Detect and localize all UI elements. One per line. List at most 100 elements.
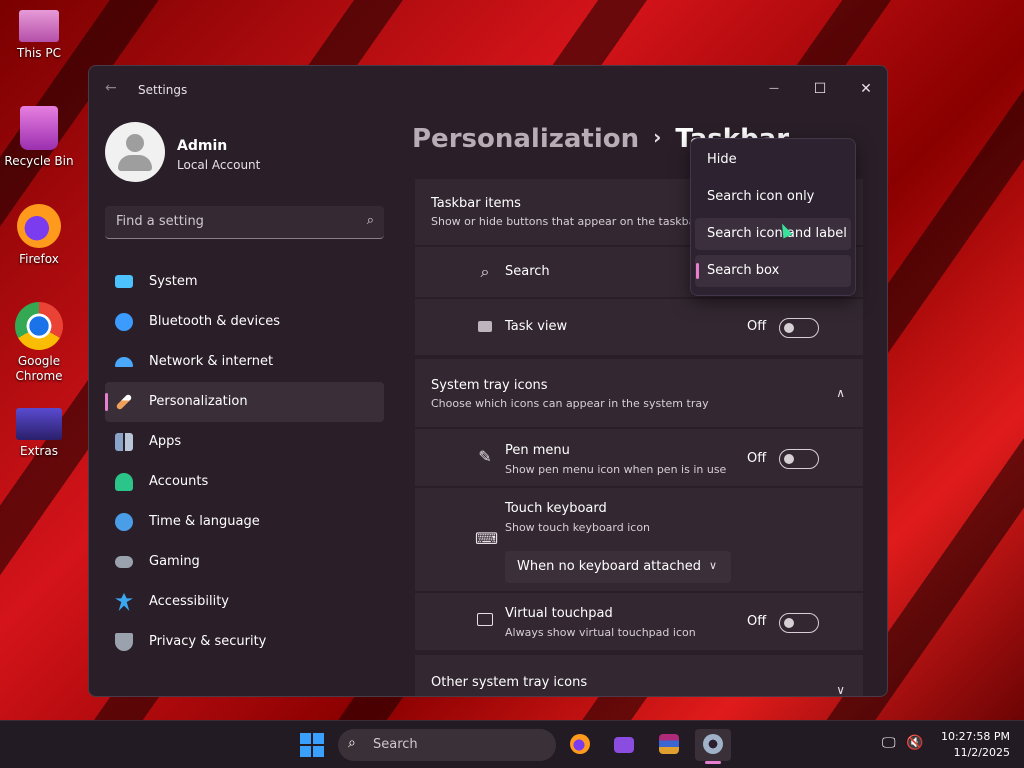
- section-title: Other system tray icons: [431, 675, 588, 690]
- virtual-touchpad-row: Virtual touchpad Always show virtual tou…: [415, 593, 863, 650]
- dropdown-value: When no keyboard attached: [517, 559, 701, 574]
- search-icon: ⌕: [480, 262, 490, 281]
- nav-item-accounts[interactable]: Accounts: [105, 462, 384, 502]
- desktop-icon-label: Recycle Bin: [4, 154, 74, 168]
- gear-icon: [703, 734, 723, 754]
- touchpad-icon: [475, 611, 495, 631]
- nav-item-accessibility[interactable]: Accessibility: [105, 582, 384, 622]
- option-label: Hide: [707, 152, 737, 167]
- toggle-state-text: Off: [747, 614, 767, 629]
- network-icon[interactable]: 🖵: [882, 735, 896, 751]
- virtual-touchpad-toggle[interactable]: [779, 613, 819, 633]
- desktop-icon-recycle-bin[interactable]: Recycle Bin: [4, 106, 74, 169]
- bluetooth-icon: [115, 313, 133, 331]
- nav-item-system[interactable]: System: [105, 262, 384, 302]
- chevron-up-icon[interactable]: ∧: [836, 386, 845, 400]
- pen-menu-toggle[interactable]: [779, 449, 819, 469]
- taskbar-file-explorer[interactable]: [606, 729, 642, 761]
- popup-option-icon-only[interactable]: Search icon only: [695, 181, 851, 213]
- task-view-label: Task view: [505, 319, 568, 334]
- desktop-icon-label: Google Chrome: [15, 354, 63, 383]
- nav-item-gaming[interactable]: Gaming: [105, 542, 384, 582]
- virtual-touchpad-sub: Always show virtual touchpad icon: [505, 626, 696, 639]
- system-icon: [115, 275, 133, 288]
- nav-label: Apps: [149, 434, 182, 449]
- virtual-touchpad-label: Virtual touchpad: [505, 606, 613, 621]
- shield-icon: [115, 633, 133, 651]
- popup-option-icon-label[interactable]: Search icon and label: [695, 218, 851, 250]
- close-button[interactable]: ✕: [843, 74, 887, 104]
- chevron-down-icon: ∨: [708, 559, 717, 572]
- desktop-icon-label: This PC: [17, 46, 61, 60]
- nav-item-privacy[interactable]: Privacy & security: [105, 622, 384, 662]
- windows-logo-icon: [300, 733, 311, 744]
- popup-option-hide[interactable]: Hide: [695, 144, 851, 176]
- start-button[interactable]: [300, 733, 324, 757]
- option-label: Search icon and label: [707, 226, 847, 241]
- toggle-state-text: Off: [747, 319, 767, 334]
- nav-label: Accessibility: [149, 594, 229, 609]
- search-placeholder: Find a setting: [116, 214, 204, 229]
- section-title: Taskbar items: [431, 196, 521, 211]
- task-view-toggle[interactable]: [779, 318, 819, 338]
- nav-label: Gaming: [149, 554, 200, 569]
- recycle-bin-icon: [20, 106, 58, 150]
- avatar: [105, 122, 165, 182]
- breadcrumb-separator: ›: [653, 125, 662, 149]
- desktop-icon-extras[interactable]: Extras: [4, 408, 74, 459]
- minimize-button[interactable]: —: [751, 74, 797, 104]
- accounts-icon: [115, 473, 133, 491]
- gaming-icon: [115, 556, 133, 568]
- option-label: Search icon only: [707, 189, 815, 204]
- wifi-icon: [115, 357, 133, 367]
- desktop-icon-chrome[interactable]: Google Chrome: [4, 302, 74, 384]
- touch-keyboard-label: Touch keyboard: [505, 501, 607, 516]
- windows-logo-icon: [313, 746, 324, 757]
- back-icon[interactable]: ←: [105, 80, 117, 96]
- clock[interactable]: 10:27:58 PM 11/2/2025: [930, 729, 1010, 761]
- desktop-icon-this-pc[interactable]: This PC: [4, 10, 74, 61]
- desktop-icon-label: Firefox: [19, 252, 59, 266]
- nav-label: Network & internet: [149, 354, 274, 369]
- keyboard-icon: ⌨: [475, 529, 499, 548]
- nav-item-network[interactable]: Network & internet: [105, 342, 384, 382]
- nav-item-time-language[interactable]: Time & language: [105, 502, 384, 542]
- profile-name: Admin: [177, 138, 228, 154]
- title-bar: ← Settings — ☐ ✕: [89, 66, 887, 114]
- nav-item-apps[interactable]: Apps: [105, 422, 384, 462]
- search-row-label: Search: [505, 264, 550, 279]
- taskbar-winrar[interactable]: [651, 729, 687, 761]
- other-tray-header[interactable]: Other system tray icons ∨: [415, 655, 863, 696]
- search-mode-popup: Hide Search icon only Search icon and la…: [690, 138, 856, 296]
- nav-item-bluetooth[interactable]: Bluetooth & devices: [105, 302, 384, 342]
- firefox-icon: [17, 204, 61, 248]
- taskbar-firefox[interactable]: [562, 729, 598, 761]
- chevron-down-icon[interactable]: ∨: [836, 683, 845, 696]
- nav-label: Time & language: [149, 514, 260, 529]
- task-view-icon: [475, 317, 495, 337]
- maximize-button[interactable]: ☐: [797, 74, 843, 104]
- pen-menu-sub: Show pen menu icon when pen is in use: [505, 463, 727, 476]
- monitor-icon: [19, 10, 59, 42]
- taskbar-search[interactable]: ⌕ Search: [338, 729, 556, 761]
- nav-label: Bluetooth & devices: [149, 314, 280, 329]
- search-icon: ⌕: [366, 213, 374, 228]
- option-label: Search box: [707, 263, 780, 278]
- desktop-icon-firefox[interactable]: Firefox: [4, 204, 74, 267]
- system-tray-header[interactable]: System tray icons Choose which icons can…: [415, 359, 863, 427]
- pen-icon: ✎: [478, 447, 492, 466]
- taskbar-settings[interactable]: [695, 729, 731, 764]
- nav-item-personalization[interactable]: Personalization: [105, 382, 384, 422]
- profile-account-type: Local Account: [177, 158, 261, 172]
- folder-icon: [614, 737, 634, 753]
- settings-search-input[interactable]: Find a setting ⌕: [105, 206, 384, 239]
- settings-nav: System Bluetooth & devices Network & int…: [105, 262, 384, 662]
- breadcrumb-parent[interactable]: Personalization: [412, 124, 639, 154]
- taskbar-search-placeholder: Search: [373, 737, 418, 752]
- volume-muted-icon[interactable]: 🔇: [906, 735, 923, 751]
- clock-time: 10:27:58 PM: [940, 730, 1010, 743]
- nav-label: Personalization: [149, 394, 248, 409]
- windows-logo-icon: [300, 746, 311, 757]
- touch-keyboard-dropdown[interactable]: When no keyboard attached ∨: [505, 551, 731, 583]
- popup-option-search-box[interactable]: Search box: [695, 255, 851, 287]
